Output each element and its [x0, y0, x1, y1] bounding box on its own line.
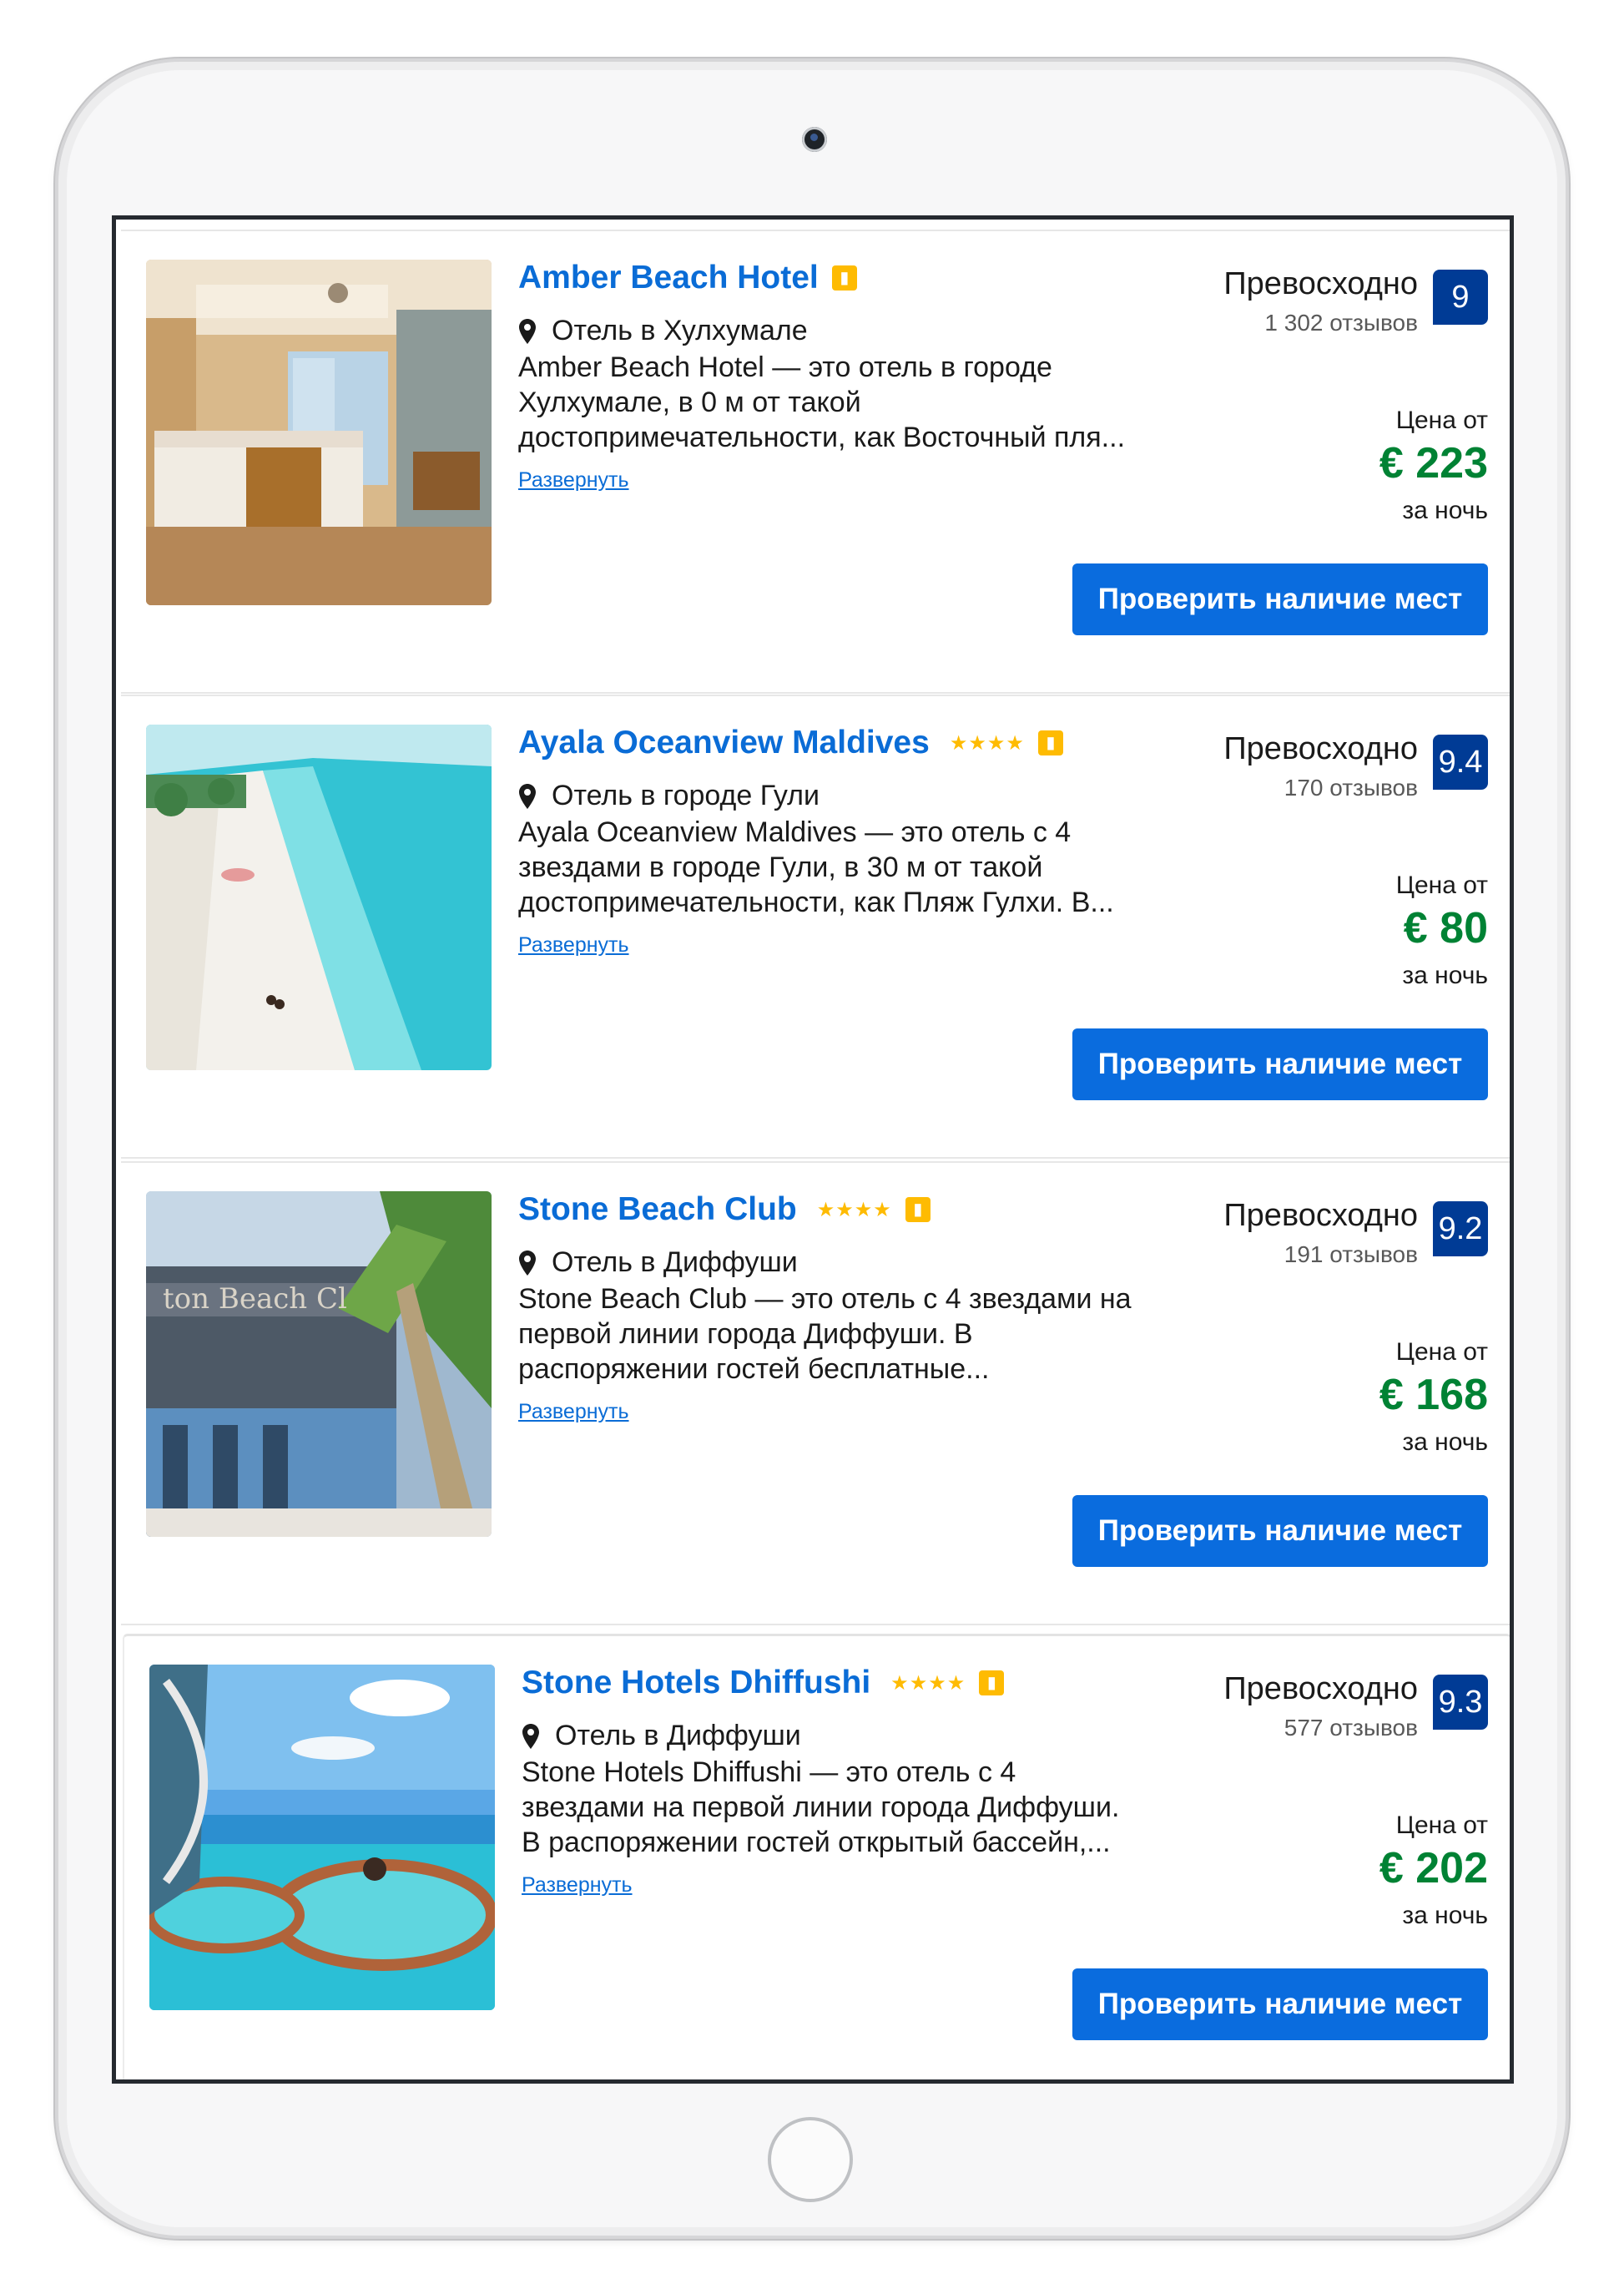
rating-label: Превосходно — [1223, 1198, 1418, 1233]
price: € 168 — [1379, 1371, 1488, 1419]
thumbs-up-icon: ▮ — [831, 265, 857, 291]
expand-link[interactable]: Развернуть — [518, 933, 629, 958]
map-pin-icon — [519, 783, 536, 809]
home-button[interactable] — [768, 2117, 853, 2202]
hotel-photo[interactable] — [146, 725, 492, 1070]
hotel-name[interactable]: Amber Beach Hotel ▮ — [518, 260, 857, 296]
hotel-photo[interactable]: ton Beach Cl — [146, 1191, 492, 1537]
review-count: 577 отзывов — [1284, 1715, 1418, 1741]
per-night-label: за ночь — [1402, 1428, 1488, 1456]
hotel-location: Отель в Диффуши — [518, 1246, 798, 1279]
hotel-name[interactable]: Ayala Oceanview Maldives ★★★★ ▮ — [518, 725, 1063, 761]
description-line: звездами в городе Гули, в 30 м от такой — [518, 851, 1043, 883]
expand-link[interactable]: Развернуть — [518, 1400, 629, 1424]
hotel-card: Stone Hotels Dhiffushi ★★★★ ▮ Отель в Ди… — [123, 1634, 1510, 2079]
price-from-label: Цена от — [1395, 872, 1488, 899]
description-line: Ayala Oceanview Maldives — это отель с 4 — [518, 816, 1072, 848]
description-line: первой линии города Диффуши. В — [518, 1318, 973, 1350]
hotel-location: Отель в Хулхумале — [518, 315, 808, 347]
screen: Amber Beach Hotel ▮ Отель в Хулхумале Am… — [112, 215, 1514, 2084]
review-count: 191 отзывов — [1284, 1241, 1418, 1267]
star-rating-icon: ★★★★ — [890, 1671, 966, 1695]
check-availability-button[interactable]: Проверить наличие мест — [1072, 1968, 1488, 2040]
location-text: Отель в городе Гули — [552, 780, 820, 811]
check-availability-button[interactable]: Проверить наличие мест — [1072, 1028, 1488, 1100]
map-pin-icon — [519, 1250, 536, 1276]
hotel-location: Отель в городе Гули — [518, 780, 820, 812]
rating-label: Превосходно — [1223, 266, 1418, 301]
review-count: 1 302 отзывов — [1264, 310, 1418, 336]
thumbs-up-icon: ▮ — [1037, 730, 1063, 755]
hotel-description: Stone Hotels Dhiffushi — это отель с 4 з… — [522, 1755, 1189, 1860]
description-line: Хулхумале, в 0 м от такой — [518, 387, 861, 418]
price-from-label: Цена от — [1395, 1811, 1488, 1839]
hotel-photo[interactable] — [149, 1665, 495, 2010]
per-night-label: за ночь — [1402, 497, 1488, 524]
description-line: распоряжении гостей бесплатные... — [518, 1353, 990, 1385]
hotel-card: Amber Beach Hotel ▮ Отель в Хулхумале Am… — [121, 230, 1510, 694]
hotel-description: Amber Beach Hotel — это отель в городе Х… — [518, 350, 1186, 455]
location-text: Отель в Хулхумале — [552, 315, 808, 346]
thumbs-up-icon: ▮ — [905, 1197, 931, 1222]
review-score-badge: 9 — [1433, 270, 1488, 325]
location-text: Отель в Диффуши — [555, 1720, 801, 1751]
expand-link[interactable]: Развернуть — [522, 1873, 633, 1897]
hotel-description: Stone Beach Club — это отель с 4 звездам… — [518, 1281, 1186, 1387]
rating-label: Превосходно — [1223, 1671, 1418, 1706]
hotel-card: ton Beach Cl Stone Beach Club ★★★★ ▮ Оте… — [121, 1161, 1510, 1625]
hotel-photo[interactable] — [146, 260, 492, 605]
description-line: В распоряжении гостей открытый бассейн,.… — [522, 1827, 1111, 1858]
hotel-name[interactable]: Stone Beach Club ★★★★ ▮ — [518, 1191, 931, 1228]
description-line: достопримечательности, как Пляж Гулхи. В… — [518, 887, 1114, 918]
hotel-name-text[interactable]: Ayala Oceanview Maldives — [518, 725, 930, 761]
review-score-badge: 9.2 — [1433, 1201, 1488, 1256]
rating-label: Превосходно — [1223, 731, 1418, 766]
price: € 80 — [1403, 904, 1488, 952]
thumbs-up-icon: ▮ — [979, 1670, 1005, 1695]
front-camera — [802, 127, 827, 152]
per-night-label: за ночь — [1402, 962, 1488, 989]
check-availability-button[interactable]: Проверить наличие мест — [1072, 1495, 1488, 1567]
review-count: 170 отзывов — [1284, 775, 1418, 801]
star-rating-icon: ★★★★ — [816, 1198, 892, 1221]
description-line: звездами на первой линии города Диффуши. — [522, 1791, 1120, 1823]
review-score-badge: 9.4 — [1433, 735, 1488, 790]
hotel-card: Ayala Oceanview Maldives ★★★★ ▮ Отель в … — [121, 695, 1510, 1159]
location-text: Отель в Диффуши — [552, 1246, 798, 1278]
price-from-label: Цена от — [1395, 407, 1488, 434]
map-pin-icon — [522, 1723, 539, 1749]
description-line: Stone Hotels Dhiffushi — это отель с 4 — [522, 1756, 1016, 1788]
review-score-badge: 9.3 — [1433, 1675, 1488, 1730]
hotel-description: Ayala Oceanview Maldives — это отель с 4… — [518, 815, 1186, 920]
description-line: достопримечательности, как Восточный пля… — [518, 422, 1126, 453]
hotel-location: Отель в Диффуши — [522, 1720, 801, 1752]
map-pin-icon — [519, 318, 536, 344]
hotel-name-text[interactable]: Stone Beach Club — [518, 1191, 797, 1228]
price: € 223 — [1379, 439, 1488, 488]
star-rating-icon: ★★★★ — [949, 731, 1025, 755]
description-line: Stone Beach Club — это отель с 4 звездам… — [518, 1283, 1132, 1315]
description-line: Amber Beach Hotel — это отель в городе — [518, 351, 1052, 383]
svg-text:ton Beach Cl: ton Beach Cl — [163, 1282, 347, 1316]
hotel-name-text[interactable]: Stone Hotels Dhiffushi — [522, 1665, 870, 1701]
hotel-name-text[interactable]: Amber Beach Hotel — [518, 260, 819, 296]
check-availability-button[interactable]: Проверить наличие мест — [1072, 563, 1488, 635]
price: € 202 — [1379, 1844, 1488, 1892]
price-from-label: Цена от — [1395, 1338, 1488, 1366]
hotel-name[interactable]: Stone Hotels Dhiffushi ★★★★ ▮ — [522, 1665, 1005, 1701]
per-night-label: за ночь — [1402, 1902, 1488, 1929]
expand-link[interactable]: Развернуть — [518, 468, 629, 493]
